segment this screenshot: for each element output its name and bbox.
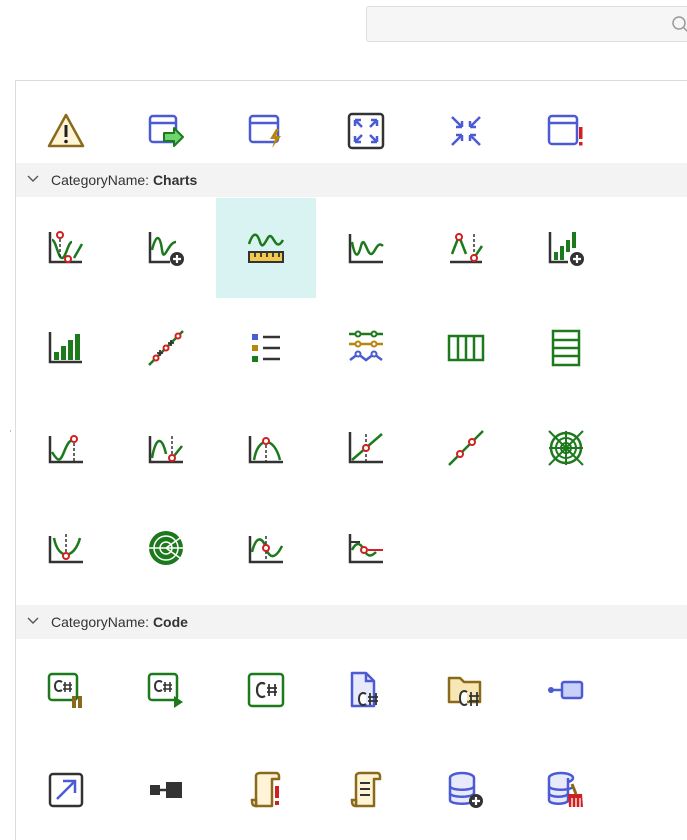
chevron-down-icon[interactable] <box>26 614 40 628</box>
icon-cell[interactable] <box>216 298 316 398</box>
chart-ruler-icon <box>246 228 286 268</box>
window-go-icon <box>146 111 186 151</box>
search-icon[interactable] <box>671 15 687 35</box>
legend-list-icon <box>246 328 286 368</box>
connector-icon <box>546 670 586 710</box>
search-box[interactable] <box>366 6 687 42</box>
category-header-charts[interactable]: CategoryName: Charts <box>16 163 687 197</box>
icon-row-charts-4 <box>16 498 687 598</box>
icon-cell[interactable] <box>516 198 616 298</box>
icon-cell[interactable] <box>116 498 216 598</box>
icon-cell[interactable] <box>116 198 216 298</box>
icon-cell[interactable] <box>316 298 416 398</box>
icon-cell[interactable] <box>16 298 116 398</box>
category-label: CategoryName: Code <box>51 614 188 630</box>
icon-cell[interactable] <box>316 398 416 498</box>
icon-cell[interactable] <box>116 640 216 740</box>
chart-bell-icon <box>146 428 186 468</box>
script-icon <box>346 770 386 810</box>
bar-chart-add-icon <box>546 228 586 268</box>
icon-cell[interactable] <box>516 398 616 498</box>
chart-add-icon <box>146 228 186 268</box>
warning-icon <box>46 111 86 151</box>
chart-threshold-icon <box>446 228 486 268</box>
icon-row-code-1 <box>16 640 687 740</box>
csharp-run-icon <box>146 670 186 710</box>
icon-cell[interactable] <box>116 398 216 498</box>
icon-row-charts-2 <box>16 298 687 398</box>
icon-cell[interactable] <box>516 640 616 740</box>
icon-cell[interactable] <box>16 198 116 298</box>
icon-cell[interactable] <box>316 640 416 740</box>
scatter-line-icon <box>146 328 186 368</box>
icon-cell[interactable] <box>416 398 516 498</box>
icon-cell[interactable] <box>516 740 616 840</box>
database-clear-icon <box>546 770 586 810</box>
icon-cell[interactable] <box>216 498 316 598</box>
chart-wave-icon <box>346 228 386 268</box>
chart-min-max-icon <box>46 228 86 268</box>
multi-series-icon <box>346 328 386 368</box>
icon-cell[interactable] <box>316 740 416 840</box>
icon-row-charts-1 <box>16 198 687 298</box>
icon-cell[interactable] <box>16 498 116 598</box>
icon-cell[interactable] <box>216 640 316 740</box>
icon-cell-selected[interactable] <box>216 198 316 298</box>
bar-chart-icon <box>46 328 86 368</box>
database-add-icon <box>446 770 486 810</box>
icon-row-charts-3 <box>16 398 687 498</box>
script-error-icon <box>246 770 286 810</box>
icon-cell[interactable] <box>416 740 516 840</box>
expand-icon <box>346 111 386 151</box>
chart-arc-icon <box>246 428 286 468</box>
icon-cell[interactable] <box>116 298 216 398</box>
icon-cell[interactable] <box>216 398 316 498</box>
csharp-folder-icon <box>446 670 486 710</box>
open-external-icon <box>46 770 86 810</box>
icon-cell[interactable] <box>16 398 116 498</box>
chart-peak-icon <box>46 428 86 468</box>
csharp-icon <box>246 670 286 710</box>
edge-mark <box>10 430 11 432</box>
chevron-down-icon[interactable] <box>26 172 40 186</box>
icon-cell[interactable] <box>116 740 216 840</box>
radar-chart-icon <box>546 428 586 468</box>
collapse-icon <box>446 111 486 151</box>
table-columns-icon <box>446 328 486 368</box>
icon-cell[interactable] <box>416 198 516 298</box>
link-nodes-icon <box>146 770 186 810</box>
icon-cell[interactable] <box>316 198 416 298</box>
csharp-file-icon <box>346 670 386 710</box>
window-lightning-icon <box>246 111 286 151</box>
trend-line-icon <box>446 428 486 468</box>
chart-valley-icon <box>46 528 86 568</box>
icon-cell[interactable] <box>516 298 616 398</box>
icon-row-code-2 <box>16 740 687 840</box>
table-rows-icon <box>546 328 586 368</box>
csharp-pause-icon <box>46 670 86 710</box>
icon-cell[interactable] <box>416 298 516 398</box>
icon-cell[interactable] <box>216 740 316 840</box>
icon-cell[interactable] <box>416 640 516 740</box>
icon-cell[interactable] <box>16 740 116 840</box>
icon-gallery-panel: CategoryName: Charts <box>15 80 687 840</box>
polar-chart-icon <box>146 528 186 568</box>
chart-axis-icon <box>346 428 386 468</box>
category-header-code[interactable]: CategoryName: Code <box>16 605 687 639</box>
category-label: CategoryName: Charts <box>51 172 197 188</box>
window-error-icon <box>546 111 586 151</box>
icon-cell[interactable] <box>16 640 116 740</box>
chart-offset-icon <box>346 528 386 568</box>
chart-sine-point-icon <box>246 528 286 568</box>
icon-cell[interactable] <box>316 498 416 598</box>
